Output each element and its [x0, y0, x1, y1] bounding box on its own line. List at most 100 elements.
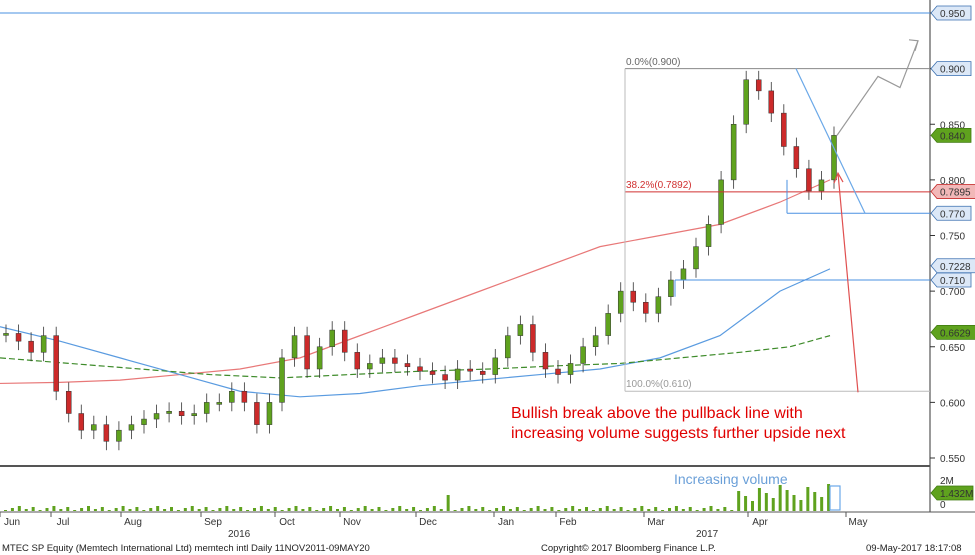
price-chart: 0.9500.9000.8500.8000.7500.7000.6500.600…	[0, 0, 975, 554]
volume-bar	[197, 509, 201, 511]
volume-bar	[695, 510, 699, 511]
candle-body	[229, 391, 235, 403]
volume-bar	[688, 507, 692, 511]
candle-body	[831, 135, 837, 181]
volume-bar	[308, 507, 312, 511]
candle-body	[53, 335, 59, 392]
volume-bar	[585, 507, 588, 511]
x-tick-label: Oct	[279, 517, 295, 528]
volume-bar	[605, 506, 609, 511]
candle-body	[266, 402, 273, 425]
candle-body	[3, 333, 9, 336]
volume-bar	[820, 497, 824, 511]
ticker-line: MTEC SP Equity (Memtech International Lt…	[2, 543, 370, 554]
volume-bar	[59, 509, 63, 511]
volume-bar	[571, 506, 575, 511]
volume-bar	[522, 510, 526, 511]
volume-bar	[170, 507, 173, 511]
volume-bar	[301, 509, 305, 511]
candle-body	[693, 246, 699, 270]
price-tag: 0.7895	[930, 184, 975, 199]
volume-bar	[356, 508, 360, 511]
volume-bar	[273, 507, 277, 511]
volume-bar	[716, 509, 720, 511]
volume-bar	[771, 498, 775, 511]
candle-body	[806, 168, 812, 192]
candle-body	[291, 335, 298, 359]
candle-body	[28, 340, 34, 353]
volume-bar	[370, 509, 374, 511]
volume-bar	[218, 508, 222, 511]
y-tick-label: 0.600	[940, 398, 965, 409]
volume-bar	[709, 506, 713, 511]
x-tick-label: Dec	[419, 517, 437, 528]
x-tick-label: Jan	[498, 517, 514, 528]
candle-body	[467, 368, 473, 372]
candle-body	[329, 329, 335, 347]
volume-bar	[52, 506, 56, 511]
candle-body	[643, 302, 649, 314]
volume-bar	[183, 508, 187, 511]
volume-tag: 1.432M	[930, 485, 974, 501]
volume-bar	[557, 510, 561, 511]
volume-bar	[266, 509, 270, 511]
volume-bar	[792, 495, 796, 511]
volume-bar	[349, 510, 353, 511]
candle-body	[668, 279, 674, 297]
candle-body	[705, 224, 712, 247]
candle-body	[454, 368, 461, 381]
candle-body	[216, 402, 223, 405]
fib-label-382: 38.2%(0.7892)	[626, 180, 692, 191]
timestamp: 09-May-2017 18:17:08	[866, 543, 962, 554]
fib-label-100: 100.0%(0.610)	[626, 379, 692, 390]
price-tag-label: 0.7228	[940, 262, 971, 273]
volume-bar	[425, 508, 429, 511]
candle-body	[718, 179, 724, 225]
volume-bar	[280, 510, 284, 511]
volume-bar	[4, 510, 7, 511]
candle-body	[116, 429, 122, 442]
candle-body	[492, 357, 499, 375]
volume-axis-label: 0	[940, 500, 946, 511]
volume-bar	[702, 508, 706, 511]
x-tick-label: May	[849, 517, 868, 528]
volume-bar	[481, 507, 485, 511]
volume-bar	[239, 507, 243, 511]
y-tick-label: 0.700	[940, 287, 965, 298]
volume-bar	[654, 507, 658, 511]
volume-bar	[114, 508, 118, 511]
volume-bar	[453, 510, 457, 511]
candle-body	[818, 179, 825, 192]
volume-bar	[612, 509, 616, 511]
volume-bar	[232, 509, 236, 511]
price-tag-label: 0.770	[940, 209, 965, 220]
volume-bar	[536, 506, 540, 511]
candle-body	[379, 357, 386, 364]
candle-body	[254, 402, 260, 425]
volume-bar	[508, 509, 512, 511]
candle-body	[592, 335, 599, 347]
volume-bar	[38, 510, 42, 511]
volume-bar	[176, 510, 180, 511]
y-tick-label: 0.650	[940, 343, 965, 354]
y-tick-label: 0.750	[940, 232, 965, 243]
candle-body	[555, 368, 561, 375]
volume-bar	[17, 506, 21, 511]
candle-body	[153, 413, 160, 420]
volume-bar	[322, 508, 326, 511]
price-tag: 0.7228	[930, 258, 975, 274]
volume-bar	[342, 507, 346, 511]
candle-body	[354, 352, 361, 370]
candle-body	[178, 411, 185, 416]
volume-bar	[315, 510, 319, 511]
volume-bar	[495, 508, 499, 511]
candle-body	[241, 391, 248, 403]
price-tag-label: 0.7895	[940, 188, 971, 199]
candle-body	[341, 329, 348, 353]
volume-bar	[412, 507, 416, 511]
volume-bar	[668, 508, 671, 511]
x-tick-label: Jun	[4, 517, 20, 528]
volume-bar	[564, 508, 568, 511]
volume-bar	[225, 506, 229, 511]
volume-bar	[156, 506, 160, 511]
